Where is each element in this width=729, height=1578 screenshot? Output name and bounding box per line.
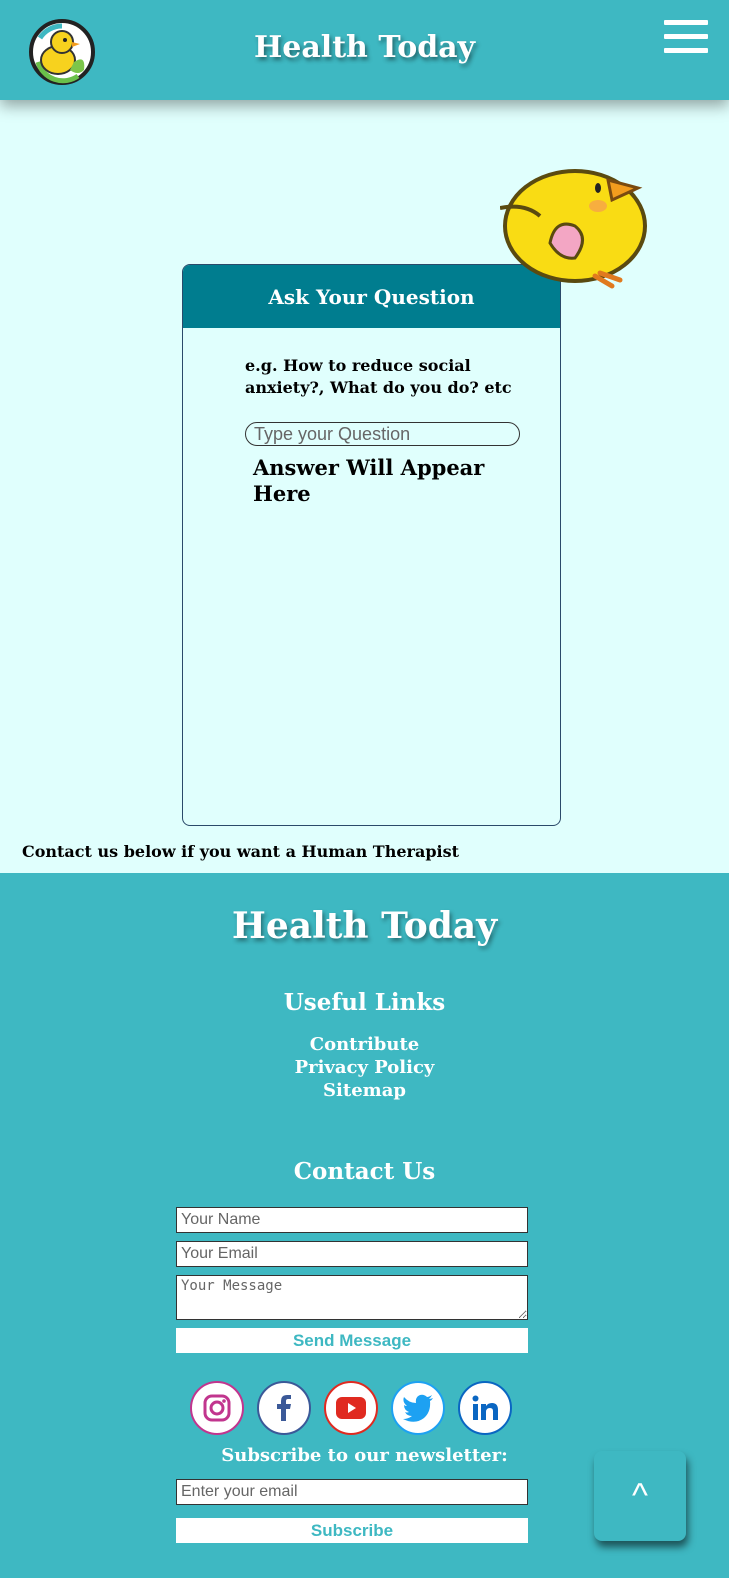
- useful-links-title: Useful Links: [283, 989, 446, 1016]
- duck-mascot-icon: [499, 148, 670, 293]
- ask-question-card: Ask Your Question e.g. How to reduce soc…: [182, 264, 561, 826]
- useful-links-list: Contribute Privacy Policy Sitemap: [0, 1033, 729, 1102]
- question-input[interactable]: [245, 422, 520, 446]
- subscribe-button[interactable]: Subscribe: [176, 1518, 528, 1543]
- message-field[interactable]: [176, 1275, 528, 1320]
- newsletter-email-field[interactable]: [176, 1479, 528, 1505]
- hamburger-menu-icon[interactable]: [664, 20, 708, 56]
- linkedin-icon[interactable]: [458, 1381, 512, 1435]
- answer-output: Answer Will Appear Here: [253, 455, 485, 506]
- contact-us-title: Contact Us: [293, 1158, 436, 1185]
- privacy-policy-link[interactable]: Privacy Policy: [0, 1056, 729, 1079]
- email-field[interactable]: [176, 1241, 528, 1267]
- contribute-link[interactable]: Contribute: [0, 1033, 729, 1056]
- instagram-icon[interactable]: [190, 1381, 244, 1435]
- send-message-button[interactable]: Send Message: [176, 1328, 528, 1353]
- facebook-icon[interactable]: [257, 1381, 311, 1435]
- site-header: Health Today: [0, 0, 729, 100]
- footer-title: Health Today: [231, 905, 498, 947]
- sitemap-link[interactable]: Sitemap: [0, 1079, 729, 1102]
- name-field[interactable]: [176, 1207, 528, 1233]
- youtube-icon[interactable]: [324, 1381, 378, 1435]
- site-title: Health Today: [253, 30, 476, 65]
- human-therapist-note: Contact us below if you want a Human The…: [22, 842, 459, 861]
- social-links: [190, 1381, 520, 1437]
- scroll-to-top-button[interactable]: ^: [594, 1451, 686, 1541]
- twitter-icon[interactable]: [391, 1381, 445, 1435]
- question-hint: e.g. How to reduce social anxiety?, What…: [245, 356, 512, 397]
